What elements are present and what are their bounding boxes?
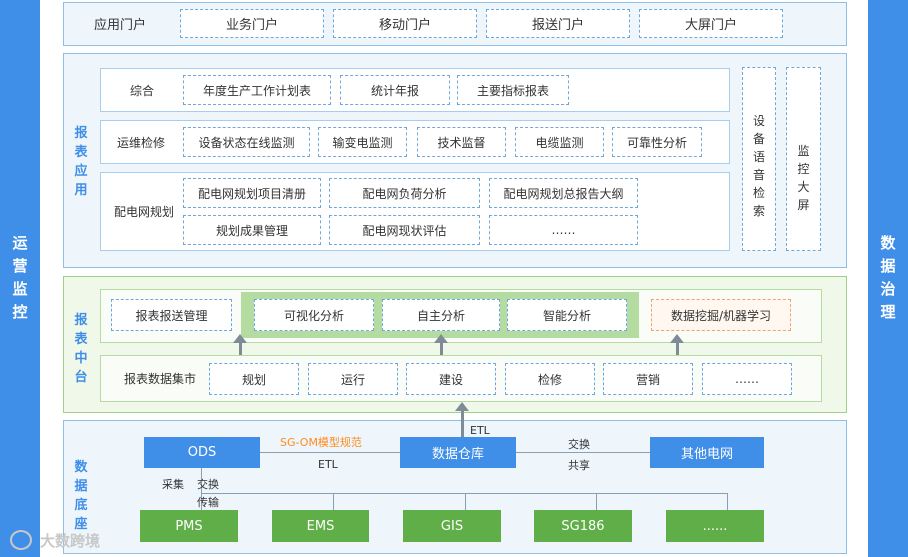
mart-maintenance[interactable]: 检修 <box>505 363 595 395</box>
item-reliability-analysis[interactable]: 可靠性分析 <box>612 127 702 157</box>
side-voice-search-label: 设备语音检索 <box>752 114 765 218</box>
item-planning-project-list[interactable]: 配电网规划项目清册 <box>183 178 321 208</box>
source-ems[interactable]: EMS <box>272 510 369 542</box>
item-more-planning[interactable]: …… <box>489 215 638 245</box>
data-mining-ml[interactable]: 数据挖掘/机器学习 <box>651 299 791 331</box>
source-pms[interactable]: PMS <box>140 510 238 542</box>
arrow-stem-right <box>676 343 679 355</box>
item-key-indicators[interactable]: 主要指标报表 <box>457 75 569 105</box>
mart-marketing[interactable]: 营销 <box>603 363 693 395</box>
arrow-stem-mid <box>440 343 443 355</box>
item-cable-monitoring[interactable]: 电缆监测 <box>515 127 604 157</box>
data-base-title: 数据底座 <box>74 460 88 532</box>
src-drop-2 <box>333 493 334 510</box>
item-transmission-monitoring[interactable]: 输变电监测 <box>318 127 407 157</box>
exchange2-label: 交换 <box>197 478 219 491</box>
collect-label: 采集 <box>162 478 184 491</box>
source-sg186[interactable]: SG186 <box>534 510 632 542</box>
item-equipment-monitoring[interactable]: 设备状态在线监测 <box>183 127 310 157</box>
item-current-status-eval[interactable]: 配电网现状评估 <box>329 215 480 245</box>
src-drop-5 <box>727 493 728 510</box>
data-warehouse-box[interactable]: 数据仓库 <box>400 437 516 468</box>
row-ops-maint-label: 运维检修 <box>116 135 165 150</box>
row-distribution-planning-label: 配电网规划 <box>113 204 174 219</box>
transfer-label: 传输 <box>197 496 219 509</box>
item-load-analysis[interactable]: 配电网负荷分析 <box>329 178 480 208</box>
item-annual-plan[interactable]: 年度生产工作计划表 <box>183 75 331 105</box>
report-mid-title: 报表中台 <box>74 313 88 385</box>
etl-label-lower: ETL <box>318 458 338 471</box>
row-general-label: 综合 <box>129 83 154 98</box>
report-app-title: 报表应用 <box>74 126 88 198</box>
item-tech-supervision[interactable]: 技术监督 <box>417 127 506 157</box>
report-submission-mgmt[interactable]: 报表报送管理 <box>111 299 232 331</box>
src-drop-4 <box>596 493 597 510</box>
arrow-up-left-icon <box>233 334 247 343</box>
portal-bigscreen[interactable]: 大屏门户 <box>639 9 783 38</box>
watermark-logo-icon <box>10 530 32 550</box>
mart-planning[interactable]: 规划 <box>209 363 299 395</box>
item-planning-report-outline[interactable]: 配电网规划总报告大纲 <box>489 178 638 208</box>
share-label: 共享 <box>568 459 590 472</box>
portal-reporting[interactable]: 报送门户 <box>486 9 630 38</box>
mart-operation[interactable]: 运行 <box>308 363 398 395</box>
side-monitor-screen-label: 监控大屏 <box>797 144 810 212</box>
intelligent-analysis[interactable]: 智能分析 <box>507 299 627 331</box>
self-service-analysis[interactable]: 自主分析 <box>382 299 500 331</box>
watermark-text: 大数跨境 <box>40 532 101 550</box>
source-gis[interactable]: GIS <box>403 510 501 542</box>
source-more[interactable]: ...... <box>666 510 764 542</box>
mart-label: 报表数据集市 <box>123 371 196 386</box>
visual-analysis[interactable]: 可视化分析 <box>254 299 374 331</box>
ods-box[interactable]: ODS <box>144 437 260 468</box>
item-planning-results[interactable]: 规划成果管理 <box>183 215 321 245</box>
other-grid-box[interactable]: 其他电网 <box>650 437 764 468</box>
mart-construction[interactable]: 建设 <box>406 363 496 395</box>
portal-label: 应用门户 <box>93 18 146 33</box>
arrow-stem-left <box>239 343 242 355</box>
mart-more[interactable]: …… <box>702 363 792 395</box>
src-drop-3 <box>465 493 466 510</box>
left-sidebar-ops-monitoring: 运营监控 <box>0 0 40 557</box>
sources-bus-line <box>201 493 727 494</box>
sg-om-spec: SG-OM模型规范 <box>280 436 362 449</box>
side-voice-search[interactable]: 设备语音检索 <box>742 67 776 251</box>
warehouse-up-arrow-icon <box>455 402 469 411</box>
portal-business[interactable]: 业务门户 <box>180 9 324 38</box>
ods-warehouse-line <box>260 452 400 453</box>
left-sidebar-label: 运营监控 <box>12 234 28 321</box>
exchange-label: 交换 <box>568 438 590 451</box>
warehouse-other-line <box>516 452 650 453</box>
arrow-up-mid-icon <box>434 334 448 343</box>
arrow-up-right-icon <box>670 334 684 343</box>
right-sidebar-data-governance: 数据治理 <box>868 0 908 557</box>
portal-mobile[interactable]: 移动门户 <box>333 9 477 38</box>
side-monitor-screen[interactable]: 监控大屏 <box>786 67 821 251</box>
item-stat-annual[interactable]: 统计年报 <box>340 75 450 105</box>
etl-label-upper: ETL <box>470 424 490 437</box>
right-sidebar-label: 数据治理 <box>880 234 896 321</box>
